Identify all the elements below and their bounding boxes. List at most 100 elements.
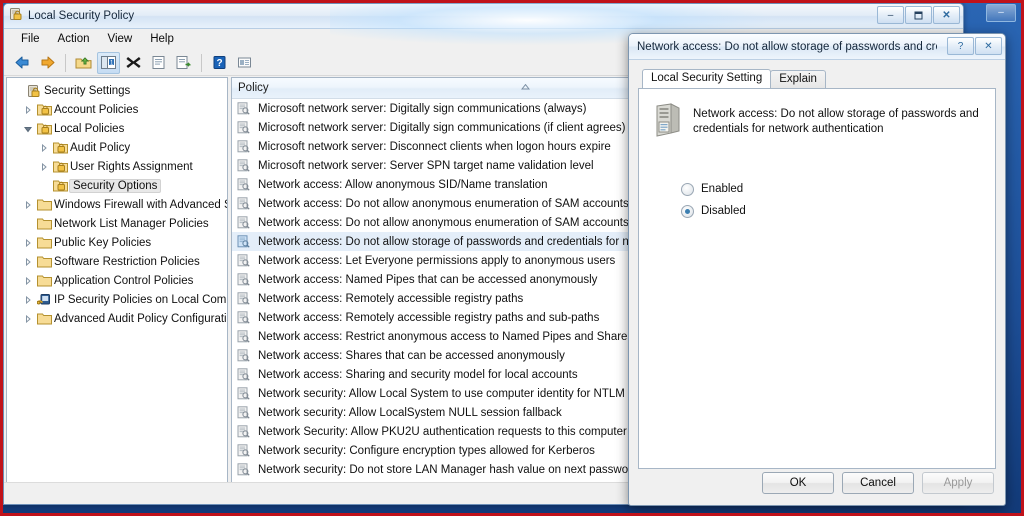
tree-item-label: Application Control Policies	[54, 274, 194, 287]
tree-item-label: Security Settings	[44, 84, 131, 97]
policy-list-row-label: Microsoft network server: Server SPN tar…	[258, 159, 594, 172]
tree-item-label: User Rights Assignment	[70, 160, 193, 173]
chevron-right-icon[interactable]	[21, 257, 35, 266]
up-one-level-button[interactable]	[72, 52, 95, 74]
delete-button[interactable]	[122, 52, 145, 74]
policy-name: Network access: Do not allow storage of …	[693, 108, 979, 135]
radio-option-enabled[interactable]: Enabled	[681, 178, 981, 200]
tree-item-network-list-manager-policies[interactable]: Network List Manager Policies	[7, 214, 227, 233]
column-header-label: Policy	[238, 82, 269, 94]
policy-list-row-label: Network security: Do not store LAN Manag…	[258, 463, 680, 476]
window-titlebar[interactable]: Local Security Policy – ✕	[4, 4, 963, 29]
chevron-right-icon[interactable]	[21, 238, 35, 247]
dialog-window-controls: ? ✕	[947, 37, 1002, 55]
policy-folder-icon	[35, 122, 53, 135]
tree-item-security-options[interactable]: Security Options	[7, 176, 227, 195]
policy-setting-icon	[237, 216, 253, 229]
policy-setting-icon	[237, 406, 253, 419]
tree-item-label: Windows Firewall with Advanced Secu	[54, 198, 227, 211]
policy-folder-icon	[51, 141, 69, 154]
tree-item-advanced-audit-policy-configuration[interactable]: Advanced Audit Policy Configuration	[7, 309, 227, 328]
dialog-close-button[interactable]: ✕	[975, 37, 1002, 55]
policy-setting-icon	[237, 178, 253, 191]
tree-item-local-policies[interactable]: Local Policies	[7, 119, 227, 138]
dialog-help-button[interactable]: ?	[947, 37, 974, 55]
policy-header: Network access: Do not allow storage of …	[653, 103, 981, 144]
dialog-body: Local Security Setting Explain Network a…	[629, 60, 1005, 505]
radio-enabled-icon[interactable]	[681, 182, 694, 196]
tree-item-windows-firewall[interactable]: Windows Firewall with Advanced Secu	[7, 195, 227, 214]
menu-item-file[interactable]: File	[12, 31, 49, 47]
tree-item-label: IP Security Policies on Local Compute	[54, 293, 227, 306]
dialog-title: Network access: Do not allow storage of …	[637, 40, 937, 53]
tree-item-audit-policy[interactable]: Audit Policy	[7, 138, 227, 157]
chevron-right-icon[interactable]	[21, 105, 35, 114]
tree-item-public-key-policies[interactable]: Public Key Policies	[7, 233, 227, 252]
forward-button[interactable]	[36, 52, 59, 74]
tree-item-label: Local Policies	[54, 122, 125, 135]
tab-local-security-setting[interactable]: Local Security Setting	[642, 69, 772, 88]
chevron-right-icon[interactable]	[21, 276, 35, 285]
tree-item-label: Advanced Audit Policy Configuration	[54, 312, 227, 325]
chevron-right-icon[interactable]	[21, 314, 35, 323]
policy-list-row-label: Network security: Allow Local System to …	[258, 387, 625, 400]
tree-item-security-settings[interactable]: Security Settings	[7, 81, 227, 100]
close-button[interactable]: ✕	[933, 6, 960, 24]
policy-setting-icon	[237, 292, 253, 305]
chevron-right-icon[interactable]	[37, 143, 51, 152]
policy-setting-icon	[237, 273, 253, 286]
policy-list-row-label: Network access: Do not allow anonymous e…	[258, 216, 689, 229]
chevron-right-icon[interactable]	[21, 295, 35, 304]
folder-icon	[35, 236, 53, 249]
back-button[interactable]	[11, 52, 34, 74]
radio-option-disabled[interactable]: Disabled	[681, 200, 981, 222]
tree-item-application-control-policies[interactable]: Application Control Policies	[7, 271, 227, 290]
policy-setting-icon	[237, 463, 253, 476]
policy-list-row-label: Network access: Do not allow anonymous e…	[258, 197, 629, 210]
policy-setting-icon	[237, 311, 253, 324]
radio-enabled-label: Enabled	[701, 183, 744, 195]
policy-list-row-label: Network access: Named Pipes that can be …	[258, 273, 598, 286]
policy-setting-icon	[237, 425, 253, 438]
ok-button[interactable]: OK	[762, 472, 834, 494]
tree-item-ip-security-policies[interactable]: IP Security Policies on Local Compute	[7, 290, 227, 309]
policy-setting-icon	[237, 197, 253, 210]
tree-item-label: Audit Policy	[70, 141, 131, 154]
toolbar-separator-2	[201, 53, 202, 72]
dialog-tabstrip: Local Security Setting Explain	[638, 68, 996, 88]
menu-item-action[interactable]: Action	[49, 31, 99, 47]
policy-setting-icon	[237, 349, 253, 362]
tab-explain[interactable]: Explain	[770, 70, 826, 88]
export-list-button[interactable]	[172, 52, 195, 74]
chevron-down-icon[interactable]	[21, 125, 35, 133]
ip-security-icon	[35, 293, 53, 306]
show-hide-console-tree-button[interactable]: 1	[97, 51, 120, 74]
folder-icon	[35, 198, 53, 211]
minimize-button[interactable]: –	[877, 6, 904, 24]
policy-list-row-label: Network access: Allow anonymous SID/Name…	[258, 178, 548, 191]
policy-folder-icon	[51, 179, 69, 192]
chevron-right-icon[interactable]	[37, 162, 51, 171]
cancel-button[interactable]: Cancel	[842, 472, 914, 494]
radio-disabled-icon[interactable]	[681, 204, 694, 218]
menu-item-view[interactable]: View	[99, 31, 142, 47]
chevron-right-icon[interactable]	[21, 200, 35, 209]
background-window-minimize-button[interactable]: –	[986, 4, 1016, 22]
folder-icon	[35, 312, 53, 325]
policy-list-row-label: Microsoft network server: Digitally sign…	[258, 121, 626, 134]
tree-item-software-restriction-policies[interactable]: Software Restriction Policies	[7, 252, 227, 271]
dialog-titlebar[interactable]: Network access: Do not allow storage of …	[629, 34, 1005, 60]
svg-text:?: ?	[216, 58, 222, 69]
maximize-button[interactable]	[905, 6, 932, 24]
help-button[interactable]: ?	[208, 52, 231, 74]
view-options-button[interactable]	[233, 52, 256, 74]
tree-item-label: Software Restriction Policies	[54, 255, 200, 268]
tree-item-account-policies[interactable]: Account Policies	[7, 100, 227, 119]
menu-item-help[interactable]: Help	[141, 31, 183, 47]
server-tower-icon	[653, 103, 683, 144]
policy-list-row-label: Microsoft network server: Disconnect cli…	[258, 140, 611, 153]
properties-button[interactable]	[147, 52, 170, 74]
folder-icon	[35, 217, 53, 230]
tree-item-user-rights-assignment[interactable]: User Rights Assignment	[7, 157, 227, 176]
folder-icon	[35, 255, 53, 268]
